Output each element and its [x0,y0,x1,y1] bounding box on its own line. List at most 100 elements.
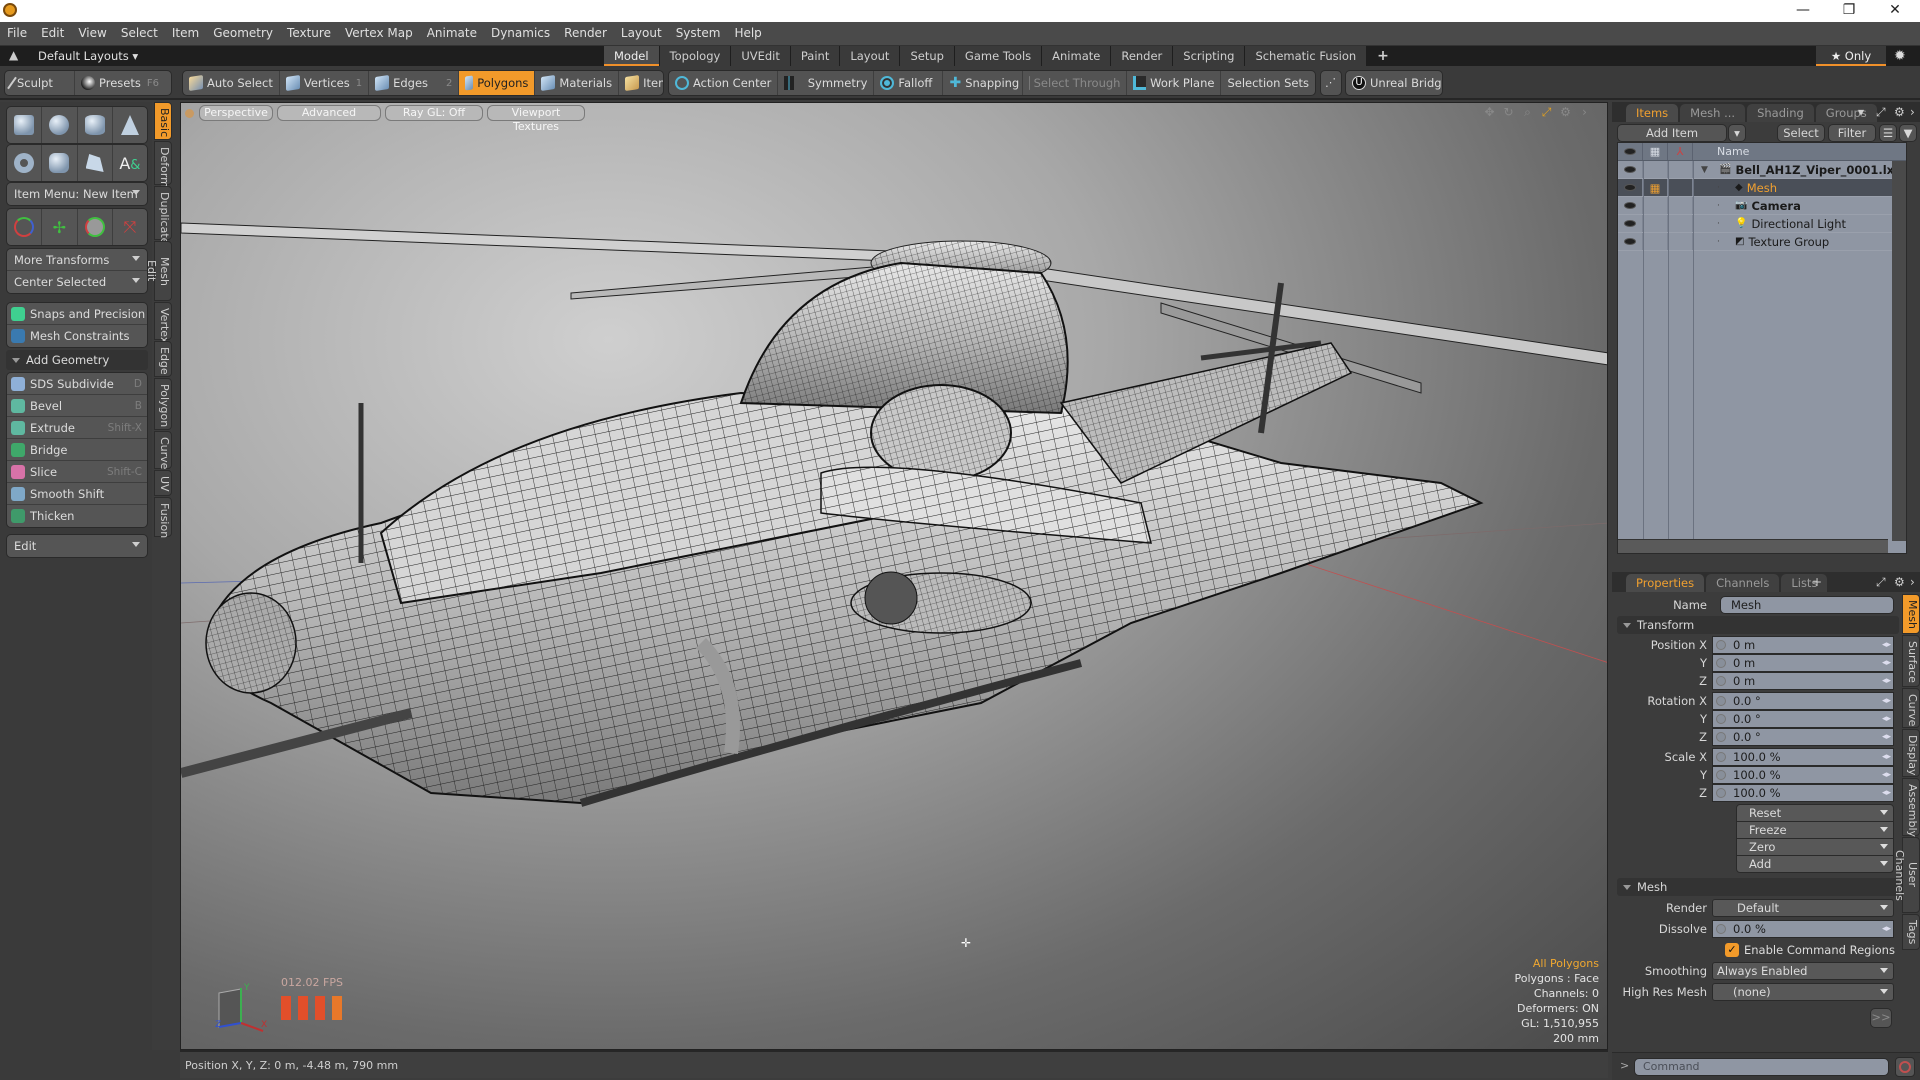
vertical-tab-polygon[interactable]: Polygon [154,378,172,430]
funnel-filter-icon[interactable]: ▼ [1899,124,1917,142]
scale-y-field[interactable]: 100.0 % ◂▸ [1712,766,1894,784]
layout-tab-paint[interactable]: Paint [790,46,841,66]
render-dropdown[interactable]: Default [1712,899,1894,917]
layout-tab-render[interactable]: Render [1111,46,1174,66]
tool-sds-subdivide-button[interactable]: SDS Subdivide D [7,373,147,395]
default-layouts-dropdown[interactable]: Default Layouts ▾ [38,49,138,63]
tab-channels[interactable]: Channels [1706,574,1780,592]
enable-command-regions-checkbox[interactable]: ✓ [1725,943,1739,957]
add-tab-icon[interactable]: + [1812,575,1822,589]
lock-toggle[interactable] [1643,197,1668,214]
work-plane-button[interactable]: Work Plane [1127,71,1222,95]
visibility-toggle-icon[interactable] [1618,179,1643,196]
tab-mesh-ops[interactable]: Mesh ... [1680,104,1746,122]
menu-dynamics[interactable]: Dynamics [484,22,557,45]
tab-properties[interactable]: Properties [1626,574,1705,592]
polygons-button[interactable]: Polygons [459,71,536,95]
menu-view[interactable]: View [71,22,113,45]
scatter-tool-button[interactable]: ⋰ [1320,70,1342,96]
presets-button[interactable]: Presets F6 [75,71,171,95]
add-geometry-header[interactable]: Add Geometry [6,350,148,370]
layout-tab-uvedit[interactable]: UVEdit [731,46,791,66]
expand-arrow-icon[interactable]: › [1578,106,1591,119]
maximize-icon[interactable]: ⤢ [1876,575,1886,590]
visibility-toggle-icon[interactable] [1618,161,1643,178]
expand-triangle-icon[interactable]: ▼ [1701,165,1715,175]
vertical-tab-vertex[interactable]: Vertex [154,302,172,343]
position-y-field[interactable]: 0 m ◂▸ [1712,654,1894,672]
minimize-button[interactable]: — [1780,0,1826,22]
vertical-tab-display[interactable]: Display [1902,729,1920,777]
layout-tab-layout[interactable]: Layout [840,46,901,66]
text-tool-button[interactable]: A& [113,145,147,181]
cube-primitive-button[interactable] [7,107,43,143]
viewport-menu-dot[interactable] [185,108,194,118]
rotation-x-field[interactable]: 0.0 ° ◂▸ [1712,692,1894,710]
layout-tab-schematic-fusion[interactable]: Schematic Fusion [1245,46,1368,66]
tool-bridge-button[interactable]: Bridge [7,439,147,461]
zoom-view-icon[interactable]: ⌕ [1521,106,1534,119]
selection-sets-button[interactable]: Selection Sets [1221,71,1315,95]
visibility-toggle-icon[interactable] [1618,215,1643,232]
menu-geometry[interactable]: Geometry [206,22,280,45]
gear-icon[interactable]: ⚙ [1894,105,1905,119]
action-center-button[interactable]: Action Center [669,71,779,95]
outliner-row[interactable]: ▼ 🎬 Bell_AH1Z_Viper_0001.lxo [1618,161,1906,179]
menu-vertex-map[interactable]: Vertex Map [338,22,420,45]
expand-arrow-icon[interactable]: › [1910,575,1915,589]
vertical-tab-user-channels[interactable]: User Channels [1893,837,1920,913]
tab-shading[interactable]: Shading [1747,104,1814,122]
vertical-tab-deform[interactable]: Deform [154,141,172,188]
lock-column-icon[interactable]: ▦ [1643,143,1668,160]
high-res-mesh-dropdown[interactable]: (none) [1712,983,1894,1001]
collapse-icon[interactable]: ▲ [9,48,18,62]
layout-tab-scripting[interactable]: Scripting [1173,46,1246,66]
rotate-tool-button[interactable] [78,209,113,245]
tab-items[interactable]: Items [1626,104,1679,122]
menu-system[interactable]: System [669,22,728,45]
visibility-toggle-icon[interactable] [1618,233,1643,250]
menu-render[interactable]: Render [557,22,614,45]
menu-texture[interactable]: Texture [280,22,338,45]
lock-toggle[interactable] [1643,215,1668,232]
menu-select[interactable]: Select [114,22,165,45]
more-transforms-dropdown[interactable]: More Transforms [7,249,147,271]
vertices-button[interactable]: Vertices 1 [280,71,370,95]
item-menu-dropdown[interactable]: Item Menu: New Item [7,183,147,205]
position-z-field[interactable]: 0 m ◂▸ [1712,672,1894,690]
sphere-primitive-button[interactable] [42,107,78,143]
vertical-tab-fusion[interactable]: Fusion [154,497,172,538]
vertical-tab-assembly[interactable]: Assembly [1902,778,1920,837]
menu-item[interactable]: Item [165,22,206,45]
center-selected-dropdown[interactable]: Center Selected [7,271,147,293]
vertical-tab-curve[interactable]: Curve [154,431,172,469]
zero-dropdown[interactable]: Zero [1736,838,1894,856]
edges-button[interactable]: Edges 2 [369,71,460,95]
outliner-row[interactable]: · 📷 Camera [1618,197,1906,215]
vertical-tab-mesh[interactable]: Mesh [1902,594,1920,634]
tool-bevel-button[interactable]: Bevel B [7,395,147,417]
viewport-textures-button[interactable]: Viewport Textures [487,105,585,133]
scale-x-field[interactable]: 100.0 % ◂▸ [1712,748,1894,766]
spiral-primitive-button[interactable] [42,145,78,181]
rotation-y-field[interactable]: 0.0 ° ◂▸ [1712,710,1894,728]
items-button[interactable]: Items5 [619,71,663,95]
horizontal-scrollbar[interactable] [1618,539,1888,553]
freeze-dropdown[interactable]: Freeze [1736,821,1894,839]
record-button[interactable] [1895,1057,1915,1077]
maximize-viewport-icon[interactable]: ⤢ [1540,106,1553,119]
layout-tab-model[interactable]: Model [604,46,660,66]
name-column-header[interactable]: Name [1693,143,1749,160]
add-layout-tab-button[interactable]: + [1367,46,1400,66]
pen-tool-button[interactable] [78,145,113,181]
smoothing-dropdown[interactable]: Always Enabled [1712,962,1894,980]
expand-arrow-icon[interactable]: › [1910,105,1915,119]
settings-gear-icon[interactable]: ✹ [1894,48,1906,64]
unreal-bridge-button[interactable]: U Unreal Bridge [1346,71,1442,95]
layout-tab-topology[interactable]: Topology [659,46,732,66]
lock-toggle[interactable] [1643,233,1668,250]
list-options-icon[interactable]: ☰ [1879,124,1897,142]
scale-tool-button[interactable]: ⤧ [113,209,147,245]
command-input[interactable]: Command [1634,1058,1889,1076]
only-button[interactable]: ★ Only [1816,46,1886,66]
